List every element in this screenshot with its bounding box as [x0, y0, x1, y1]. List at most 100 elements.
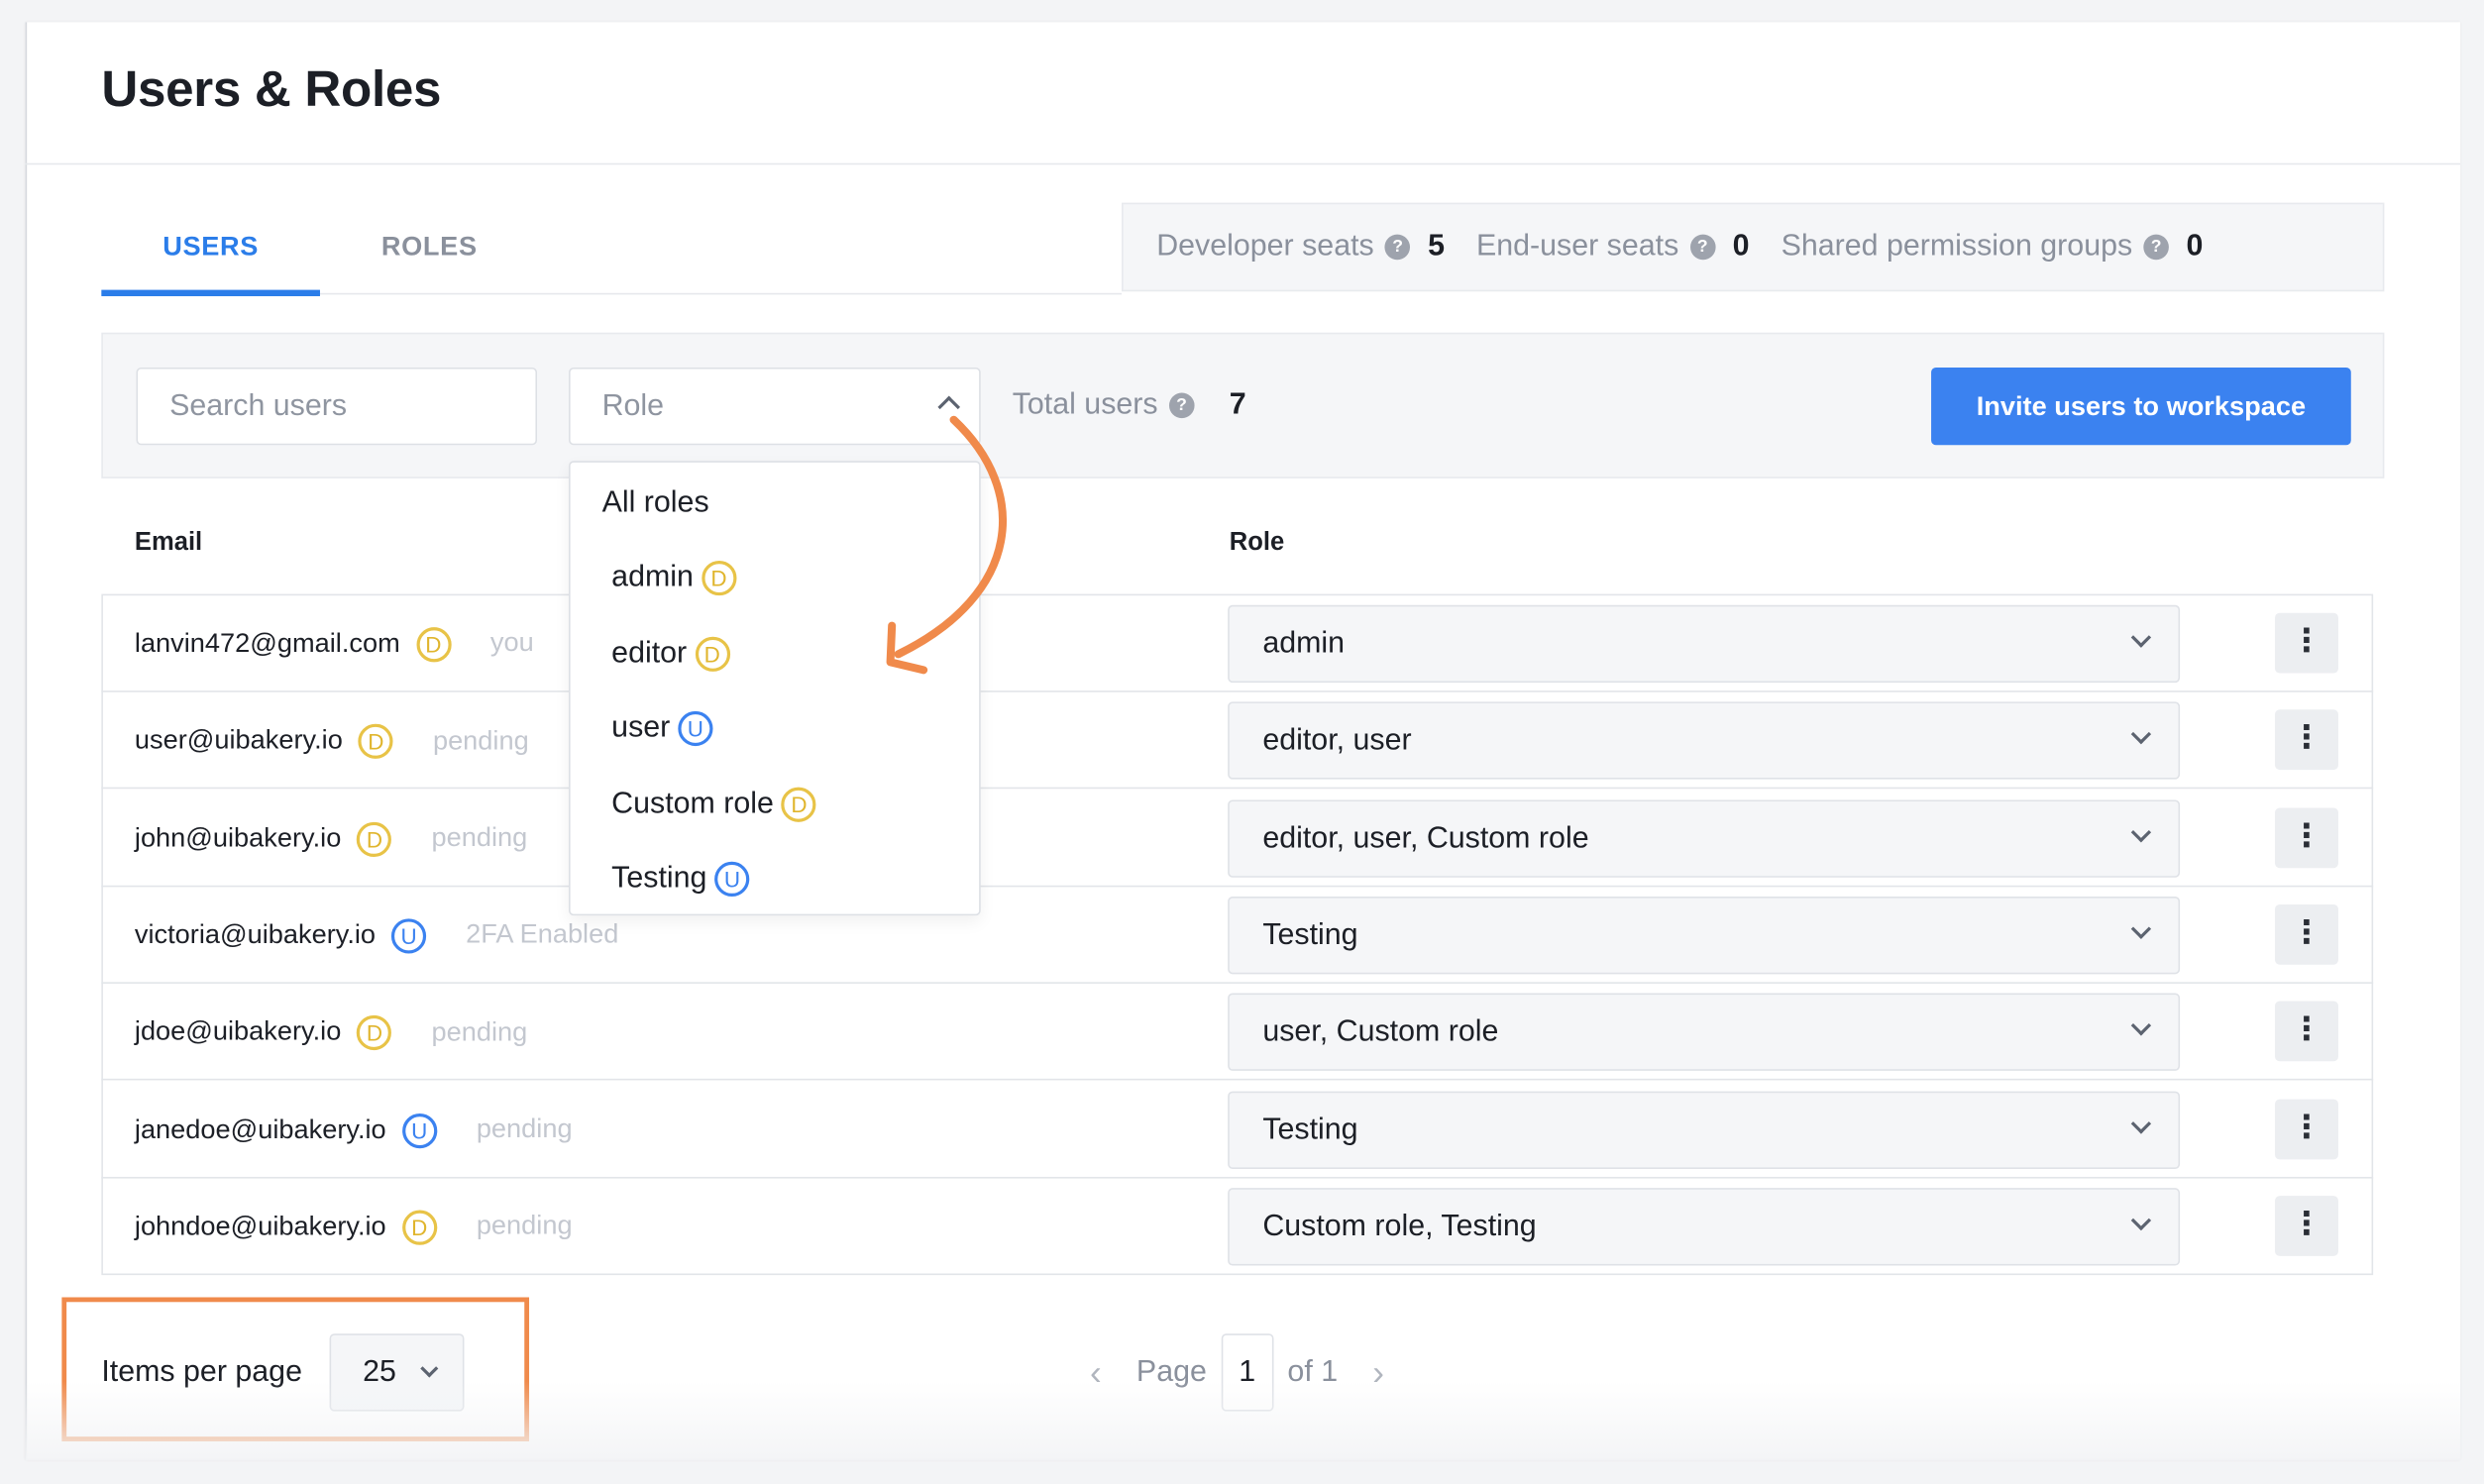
row-menu-button[interactable]: ⋮: [2275, 709, 2338, 771]
help-icon[interactable]: ?: [1384, 234, 1411, 261]
page-label: Page: [1135, 1354, 1207, 1389]
role-option-all[interactable]: All roles: [602, 486, 709, 521]
chevron-down-icon: [2130, 821, 2152, 842]
help-icon[interactable]: ?: [2143, 234, 2169, 261]
page-title: Users & Roles: [101, 59, 442, 118]
row-menu-button[interactable]: ⋮: [2275, 806, 2338, 868]
enduser-badge-icon: U: [714, 861, 750, 897]
chevron-down-icon: [2130, 1015, 2152, 1036]
role-option-admin[interactable]: admin D: [611, 561, 737, 596]
developer-badge-icon: D: [358, 724, 393, 760]
user-email: janedoe@uibakery.io: [134, 1113, 386, 1144]
user-role-value: Testing: [1262, 918, 1358, 952]
role-option-label: Testing: [611, 861, 707, 896]
role-option-custom[interactable]: Custom role D: [611, 787, 817, 822]
user-status: pending: [431, 821, 528, 853]
role-option-label: Custom role: [611, 787, 774, 821]
help-icon[interactable]: ?: [1168, 392, 1195, 419]
user-email-cell: john@uibakery.io Dpending: [134, 821, 528, 857]
role-option-editor[interactable]: editor D: [611, 636, 730, 672]
user-role-select[interactable]: editor, user, Custom role: [1228, 798, 2181, 878]
shared-groups-label: Shared permission groups: [1781, 229, 2133, 264]
user-email: lanvin472@gmail.com: [134, 627, 400, 659]
user-role-select[interactable]: admin: [1228, 604, 2181, 684]
email-column-header: Email: [134, 529, 203, 557]
prev-page-icon[interactable]: ‹: [1090, 1352, 1102, 1394]
user-role-select[interactable]: editor, user: [1228, 701, 2181, 781]
table-row: victoria@uibakery.io U 2FA Enabled Testing ⋮: [101, 887, 2374, 984]
developer-badge-icon: D: [357, 821, 392, 857]
role-option-user[interactable]: user U: [611, 710, 713, 747]
row-menu-button[interactable]: ⋮: [2275, 1195, 2338, 1256]
title-divider: [25, 162, 2461, 165]
enduser-badge-icon: U: [678, 710, 713, 747]
chevron-down-icon: [2130, 1113, 2152, 1133]
enduser-badge-icon: U: [391, 918, 427, 954]
developer-seats-value: 5: [1428, 229, 1445, 264]
user-status: you: [489, 627, 534, 659]
user-role-value: admin: [1262, 627, 1346, 661]
user-email-cell: johndoe@uibakery.io Dpending: [134, 1210, 573, 1245]
next-page-icon[interactable]: ›: [1372, 1352, 1384, 1394]
chevron-down-icon: [2130, 1210, 2152, 1230]
table-row: user@uibakery.io Dpending editor, user ⋮: [101, 692, 2374, 790]
user-email: victoria@uibakery.io: [134, 918, 377, 950]
row-menu-button[interactable]: ⋮: [2275, 1001, 2338, 1062]
row-menu-button[interactable]: ⋮: [2275, 1098, 2338, 1159]
user-status: pending: [476, 1113, 573, 1144]
invite-users-button[interactable]: Invite users to workspace: [1931, 367, 2351, 446]
user-email-cell: user@uibakery.io Dpending: [135, 724, 529, 760]
role-column-header: Role: [1229, 529, 1285, 557]
enduser-seats-value: 0: [1732, 229, 1750, 264]
table-row: jdoe@uibakery.io Dpending user, Custom rol…: [101, 984, 2374, 1081]
row-menu-button[interactable]: ⋮: [2275, 612, 2338, 674]
chevron-down-icon: [2130, 627, 2152, 648]
user-role-select[interactable]: Custom role, Testing: [1228, 1187, 2181, 1266]
role-option-label: All roles: [601, 485, 709, 520]
user-email: johndoe@uibakery.io: [134, 1211, 386, 1241]
table-row: john@uibakery.io Dpending editor, user, Cu…: [101, 790, 2374, 887]
user-role-select[interactable]: Testing: [1228, 896, 2181, 975]
annotation-arrow-icon: [886, 415, 1008, 675]
enduser-seats-label: End-user seats: [1475, 229, 1679, 264]
user-role-select[interactable]: user, Custom role: [1228, 993, 2181, 1072]
current-page-input[interactable]: 1: [1221, 1333, 1274, 1412]
table-row: janedoe@uibakery.io Upending Testing ⋮: [101, 1081, 2374, 1178]
chevron-down-icon: [2130, 724, 2152, 745]
user-status: 2FA Enabled: [466, 918, 619, 950]
tab-roles[interactable]: ROLES: [320, 231, 539, 263]
table-row: johndoe@uibakery.io Dpending Custom role, …: [101, 1178, 2373, 1275]
search-input[interactable]: [136, 367, 538, 446]
user-status: pending: [432, 724, 529, 756]
tab-users[interactable]: USERS: [101, 231, 320, 263]
user-email-cell: jdoe@uibakery.io Dpending: [135, 1015, 528, 1051]
developer-seats-label: Developer seats: [1156, 229, 1374, 264]
user-role-value: editor, user: [1262, 724, 1412, 758]
role-option-label: editor: [611, 636, 688, 671]
user-role-value: Custom role, Testing: [1262, 1210, 1537, 1243]
annotation-highlight-box: [61, 1297, 530, 1441]
user-email-cell: janedoe@uibakery.io Upending: [134, 1113, 573, 1148]
user-status: pending: [431, 1015, 528, 1047]
page-total-label: of 1: [1287, 1354, 1339, 1389]
pagination: ‹ Page 1 of 1 ›: [1090, 1333, 1384, 1412]
user-email-cell: lanvin472@gmail.com Dyou: [134, 627, 534, 663]
enduser-badge-icon: U: [401, 1113, 437, 1148]
developer-badge-icon: D: [781, 787, 817, 822]
total-users-value: 7: [1229, 387, 1246, 422]
chevron-down-icon: [2130, 918, 2152, 939]
active-tab-indicator: [101, 289, 320, 296]
row-menu-button[interactable]: ⋮: [2275, 903, 2338, 965]
role-option-label: user: [611, 710, 671, 745]
user-email-cell: victoria@uibakery.io U 2FA Enabled: [134, 918, 619, 954]
help-icon[interactable]: ?: [1689, 234, 1716, 261]
user-status: pending: [476, 1211, 573, 1241]
seats-summary: Developer seats ? 5 End-user seats ? 0 S…: [1122, 202, 2385, 292]
developer-badge-icon: D: [701, 561, 737, 596]
user-email: john@uibakery.io: [134, 821, 342, 853]
user-role-select[interactable]: Testing: [1228, 1090, 2181, 1169]
role-option-label: admin: [611, 561, 694, 594]
user-role-value: editor, user, Custom role: [1262, 821, 1589, 855]
role-option-testing[interactable]: Testing U: [611, 861, 750, 897]
table-row: lanvin472@gmail.com Dyou admin ⋮: [101, 595, 2374, 692]
